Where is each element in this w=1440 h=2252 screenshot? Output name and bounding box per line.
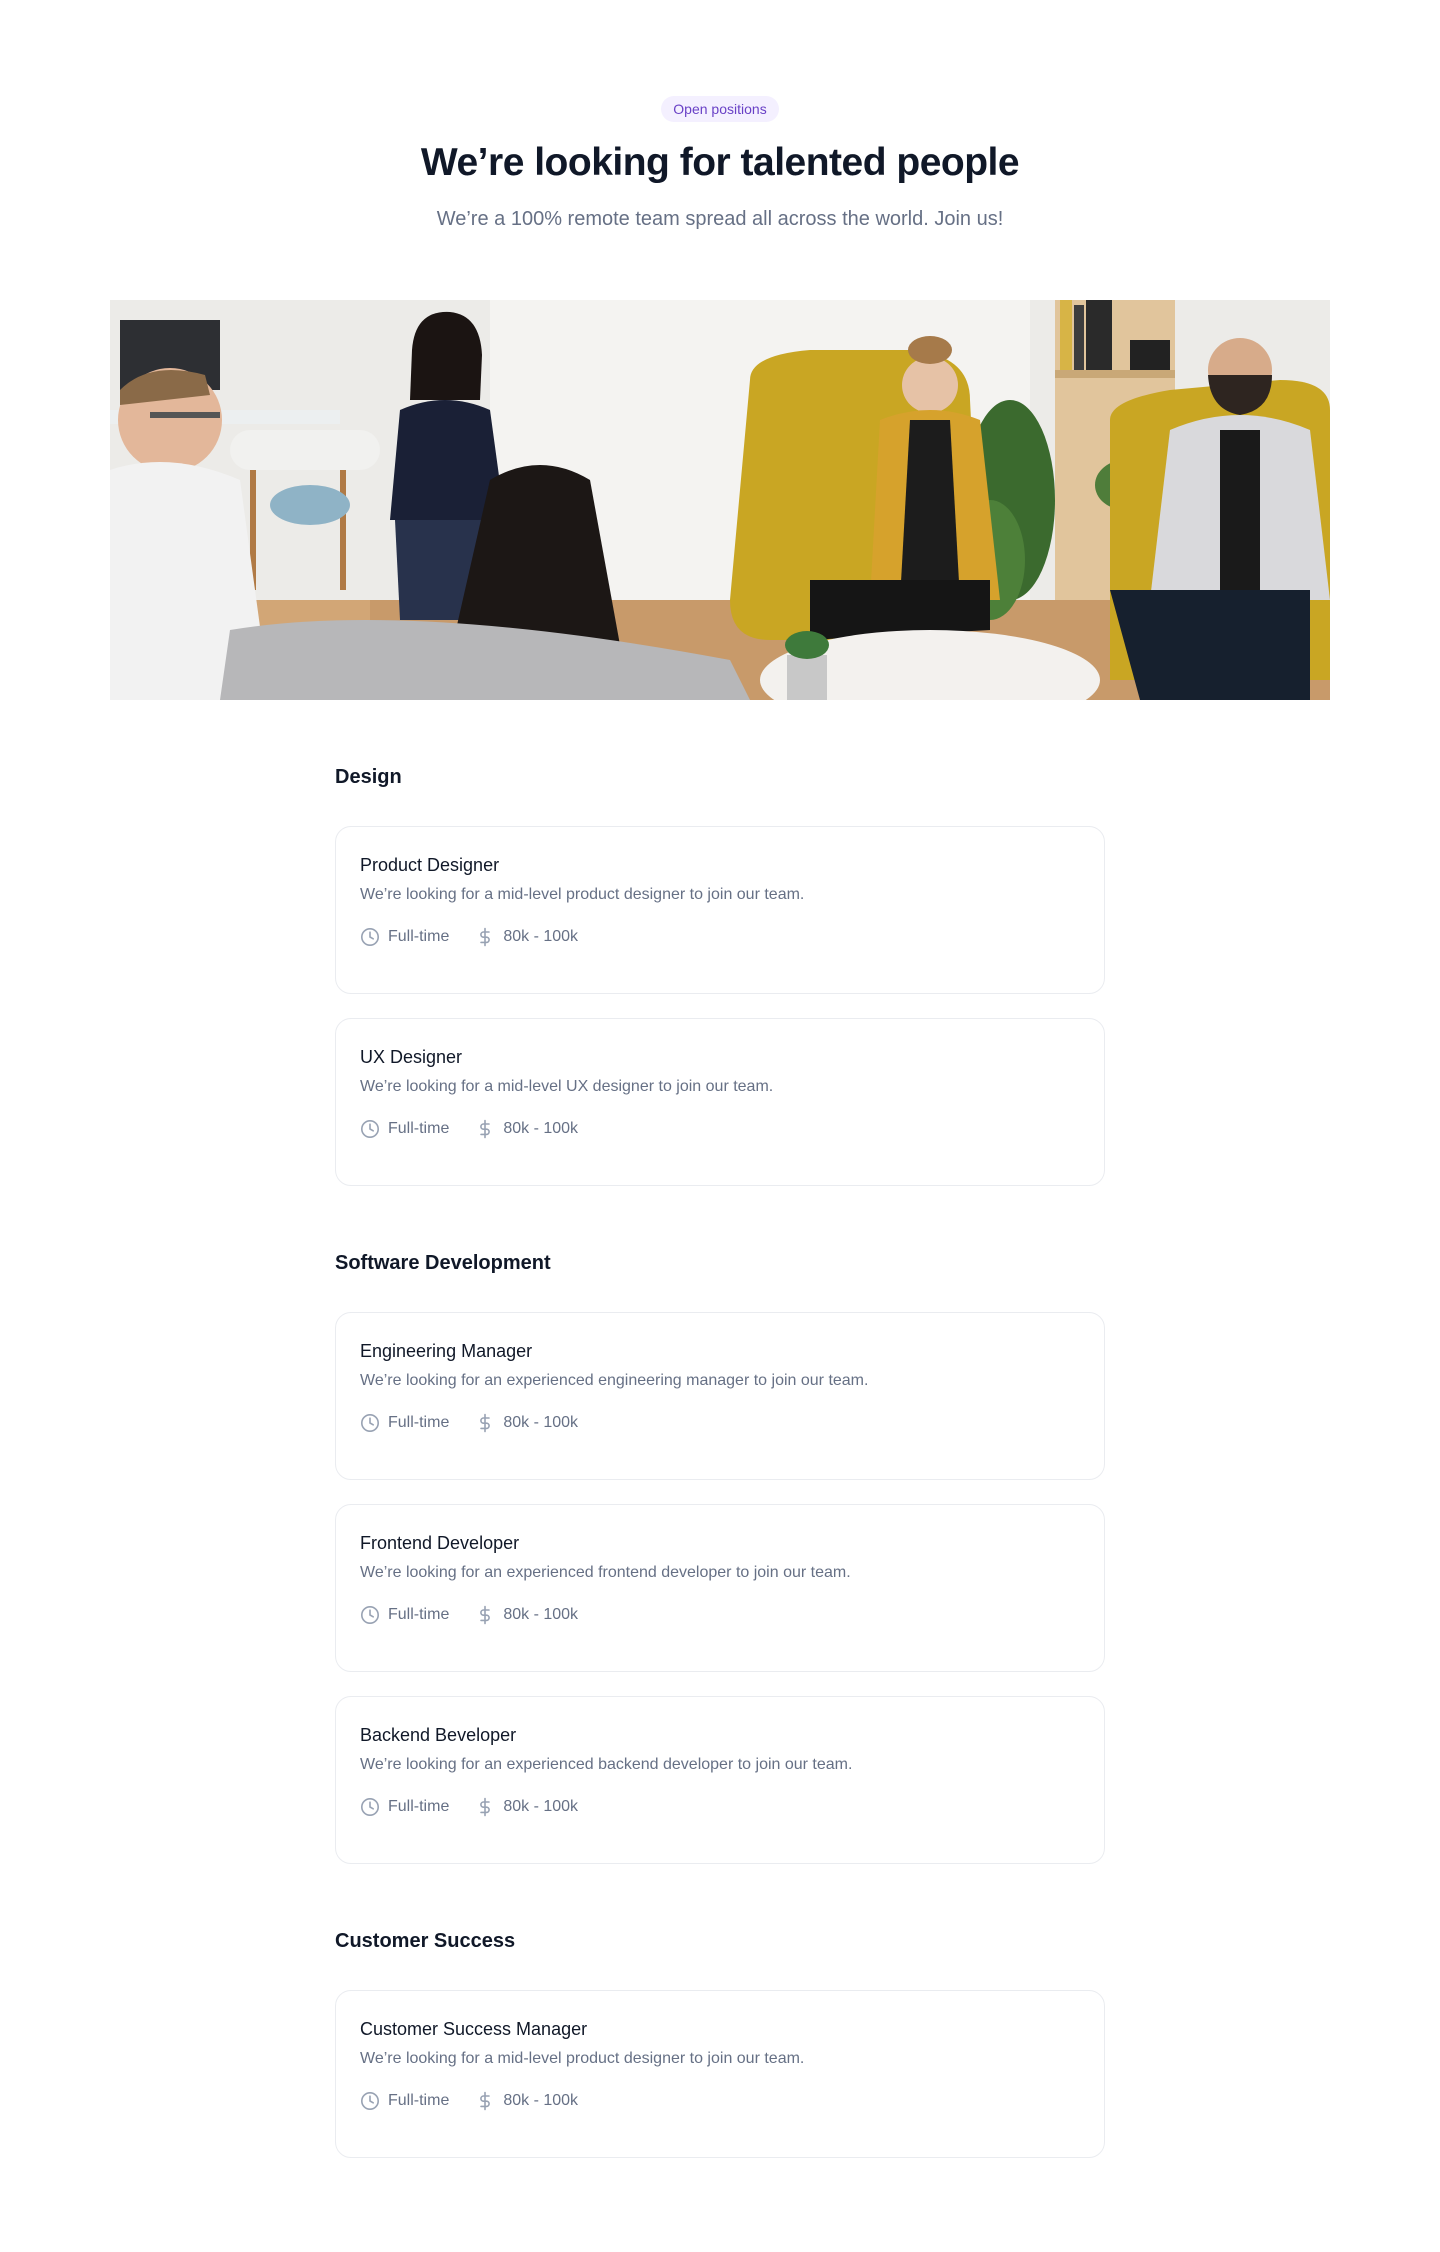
job-card[interactable]: Frontend Developer We’re looking for an … <box>335 1504 1105 1672</box>
job-description: We’re looking for an experienced fronten… <box>360 1564 851 1581</box>
job-description: We’re looking for a mid-level product de… <box>360 2050 805 2067</box>
job-salary-label: 80k - 100k <box>503 928 579 945</box>
job-salary-label: 80k - 100k <box>503 1414 579 1431</box>
dollar-icon <box>480 1413 491 1433</box>
job-salary-label: 80k - 100k <box>503 1606 579 1623</box>
job-type: Full-time <box>360 1119 449 1139</box>
job-card[interactable]: Customer Success Manager We’re looking f… <box>335 1990 1105 2158</box>
job-description: We’re looking for a mid-level UX designe… <box>360 1078 774 1095</box>
job-salary: 80k - 100k <box>475 1605 578 1625</box>
department-title: Design <box>335 766 402 788</box>
job-title: UX Designer <box>360 1047 463 1067</box>
job-type: Full-time <box>360 1605 449 1625</box>
job-card[interactable]: Product Designer We’re looking for a mid… <box>335 826 1105 994</box>
job-title: Backend Beveloper <box>360 1725 517 1745</box>
job-type: Full-time <box>360 927 449 947</box>
job-type-label: Full-time <box>388 1606 450 1623</box>
job-salary-label: 80k - 100k <box>503 1120 579 1137</box>
job-meta: Full-time 80k - 100k <box>360 1797 1080 1817</box>
dollar-icon <box>480 1797 491 1817</box>
page-subtitle: We’re a 100% remote team spread all acro… <box>436 208 1004 230</box>
job-meta: Full-time 80k - 100k <box>360 2091 1080 2111</box>
job-title: Engineering Manager <box>360 1341 533 1361</box>
job-title: Customer Success Manager <box>360 2019 588 2039</box>
job-description: We’re looking for an experienced enginee… <box>360 1372 869 1389</box>
job-card[interactable]: Backend Beveloper We’re looking for an e… <box>335 1696 1105 1864</box>
dollar-icon <box>480 1119 491 1139</box>
job-description: We’re looking for an experienced backend… <box>360 1756 853 1773</box>
job-type-label: Full-time <box>388 2092 450 2109</box>
job-salary-label: 80k - 100k <box>503 1798 579 1815</box>
clock-icon <box>361 1798 379 1816</box>
department-customer-success: Customer Success Customer Success Manage… <box>335 1926 1105 2158</box>
job-salary: 80k - 100k <box>475 1413 578 1433</box>
job-type: Full-time <box>360 1797 449 1817</box>
job-type-label: Full-time <box>388 1414 450 1431</box>
clock-icon <box>361 1120 379 1138</box>
department-title: Software Development <box>335 1252 551 1274</box>
job-type: Full-time <box>360 2091 449 2111</box>
department-software-development: Software Development Engineering Manager… <box>335 1248 1105 1864</box>
dollar-icon <box>480 1605 491 1625</box>
job-salary: 80k - 100k <box>475 1797 578 1817</box>
department-design: Design Product Designer We’re looking fo… <box>335 762 1105 1186</box>
dollar-icon <box>480 2091 491 2111</box>
job-type: Full-time <box>360 1413 449 1433</box>
job-salary: 80k - 100k <box>475 927 578 947</box>
job-card[interactable]: UX Designer We’re looking for a mid-leve… <box>335 1018 1105 1186</box>
job-listings: Design Product Designer We’re looking fo… <box>335 700 1105 2158</box>
job-type-label: Full-time <box>388 1798 450 1815</box>
job-description: We’re looking for a mid-level product de… <box>360 886 805 903</box>
dollar-icon <box>480 927 491 947</box>
job-meta: Full-time 80k - 100k <box>360 1119 1080 1139</box>
department-title: Customer Success <box>335 1930 516 1952</box>
job-salary-label: 80k - 100k <box>503 2092 579 2109</box>
team-photo <box>110 300 1330 700</box>
clock-icon <box>361 1414 379 1432</box>
job-salary: 80k - 100k <box>475 1119 578 1139</box>
clock-icon <box>361 928 379 946</box>
job-type-label: Full-time <box>388 1120 450 1137</box>
job-card[interactable]: Engineering Manager We’re looking for an… <box>335 1312 1105 1480</box>
job-meta: Full-time 80k - 100k <box>360 927 1080 947</box>
job-title: Frontend Developer <box>360 1533 520 1553</box>
clock-icon <box>361 2092 379 2110</box>
page-title: We’re looking for talented people <box>420 141 1020 184</box>
open-positions-badge: Open positions <box>661 96 779 122</box>
clock-icon <box>361 1606 379 1624</box>
job-meta: Full-time 80k - 100k <box>360 1413 1080 1433</box>
hero-section: Open positions We’re looking for talente… <box>0 0 1440 234</box>
job-meta: Full-time 80k - 100k <box>360 1605 1080 1625</box>
job-title: Product Designer <box>360 855 500 875</box>
job-type-label: Full-time <box>388 928 450 945</box>
job-salary: 80k - 100k <box>475 2091 578 2111</box>
